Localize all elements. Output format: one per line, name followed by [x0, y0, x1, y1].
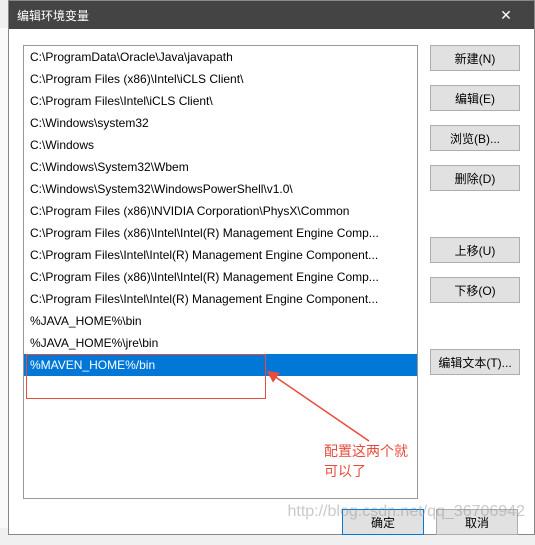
list-item[interactable]: C:\Windows\system32 [24, 112, 417, 134]
list-item[interactable]: C:\Windows [24, 134, 417, 156]
dialog-window: 编辑环境变量 ✕ C:\ProgramData\Oracle\Java\java… [8, 0, 535, 535]
dialog-footer: 确定 取消 [9, 499, 534, 545]
list-item[interactable]: C:\Windows\System32\Wbem [24, 156, 417, 178]
background-window-edge [0, 28, 8, 528]
list-item[interactable]: C:\Program Files\Intel\iCLS Client\ [24, 90, 417, 112]
new-button[interactable]: 新建(N) [430, 45, 520, 71]
list-item[interactable]: %JAVA_HOME%\jre\bin [24, 332, 417, 354]
browse-button[interactable]: 浏览(B)... [430, 125, 520, 151]
list-item[interactable]: C:\Windows\System32\WindowsPowerShell\v1… [24, 178, 417, 200]
button-column: 新建(N) 编辑(E) 浏览(B)... 删除(D) 上移(U) 下移(O) 编… [430, 45, 520, 499]
move-up-button[interactable]: 上移(U) [430, 237, 520, 263]
list-item[interactable]: C:\Program Files (x86)\Intel\iCLS Client… [24, 68, 417, 90]
annotation-text: 配置这两个就可以了 [324, 441, 417, 481]
close-button[interactable]: ✕ [486, 1, 526, 29]
content-area: C:\ProgramData\Oracle\Java\javapathC:\Pr… [9, 29, 534, 499]
list-item[interactable]: C:\Program Files (x86)\Intel\Intel(R) Ma… [24, 222, 417, 244]
path-listbox[interactable]: C:\ProgramData\Oracle\Java\javapathC:\Pr… [23, 45, 418, 499]
list-item[interactable]: C:\Program Files\Intel\Intel(R) Manageme… [24, 288, 417, 310]
edit-text-button[interactable]: 编辑文本(T)... [430, 349, 520, 375]
list-item[interactable]: %JAVA_HOME%\bin [24, 310, 417, 332]
move-down-button[interactable]: 下移(O) [430, 277, 520, 303]
titlebar: 编辑环境变量 ✕ [9, 1, 534, 29]
close-icon: ✕ [500, 7, 512, 24]
delete-button[interactable]: 删除(D) [430, 165, 520, 191]
edit-button[interactable]: 编辑(E) [430, 85, 520, 111]
ok-button[interactable]: 确定 [342, 509, 424, 535]
list-item[interactable]: C:\ProgramData\Oracle\Java\javapath [24, 46, 417, 68]
window-title: 编辑环境变量 [17, 7, 486, 24]
list-item[interactable]: C:\Program Files\Intel\Intel(R) Manageme… [24, 244, 417, 266]
list-item[interactable]: C:\Program Files (x86)\Intel\Intel(R) Ma… [24, 266, 417, 288]
list-item[interactable]: C:\Program Files (x86)\NVIDIA Corporatio… [24, 200, 417, 222]
cancel-button[interactable]: 取消 [436, 509, 518, 535]
list-item[interactable]: %MAVEN_HOME%/bin [24, 354, 417, 376]
